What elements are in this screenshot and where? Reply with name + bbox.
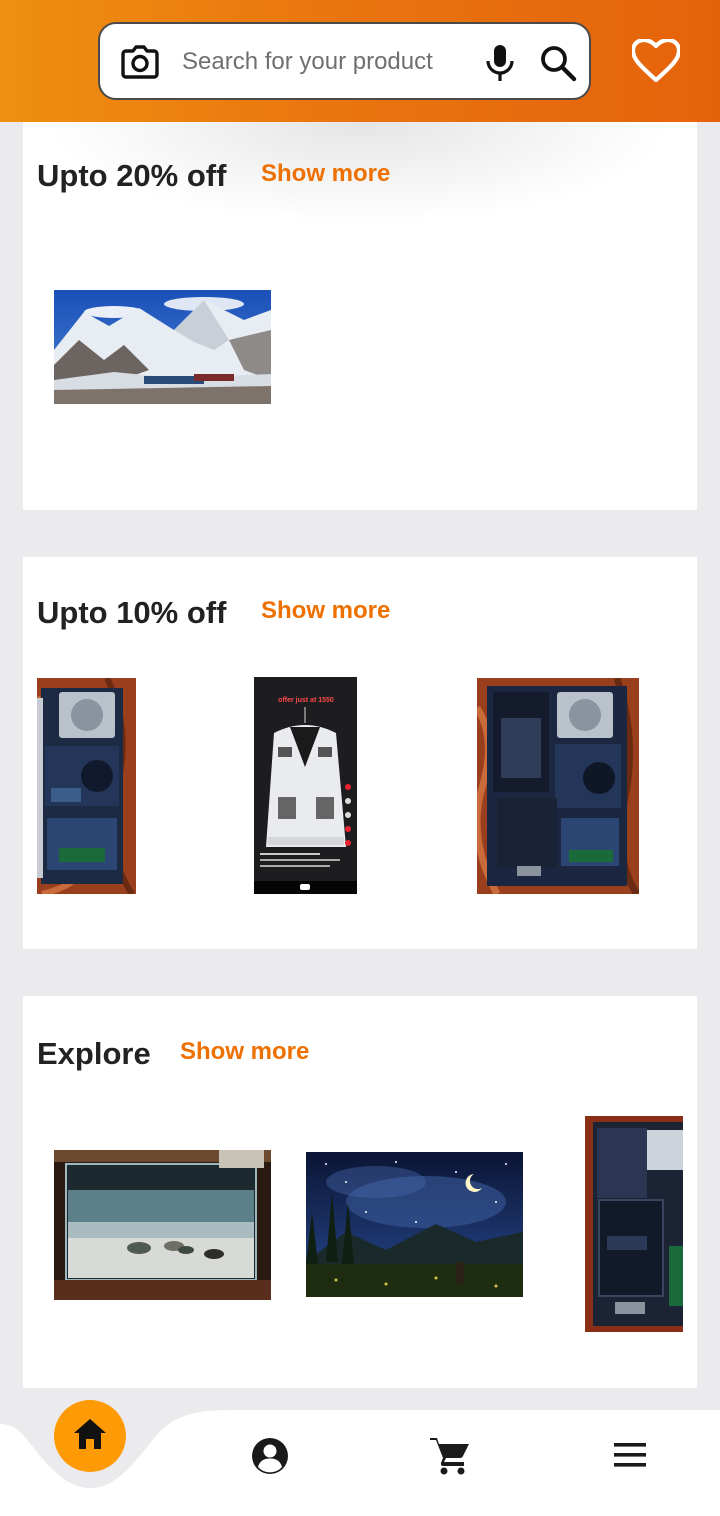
account-icon[interactable] bbox=[250, 1436, 290, 1476]
heart-icon[interactable] bbox=[632, 39, 680, 83]
cart-icon[interactable] bbox=[428, 1436, 470, 1476]
section-title: Upto 10% off bbox=[37, 595, 227, 630]
section-upto-10-off: Upto 10% off Show more offer just at 155… bbox=[23, 557, 697, 949]
menu-icon[interactable] bbox=[612, 1440, 648, 1470]
section-explore: Explore Show more bbox=[23, 996, 697, 1388]
image-overlay-text: offer just at 1550 bbox=[278, 697, 334, 704]
search-input[interactable] bbox=[182, 42, 462, 82]
product-image-aquarium[interactable] bbox=[54, 1150, 271, 1300]
search-icon[interactable] bbox=[538, 43, 578, 83]
section-title: Upto 20% off bbox=[37, 158, 227, 193]
top-app-bar bbox=[0, 0, 720, 122]
product-image-laptop-internals[interactable] bbox=[37, 678, 136, 894]
section-upto-20-off: Upto 20% off Show more bbox=[23, 122, 697, 510]
home-icon bbox=[74, 1419, 106, 1449]
section-title: Explore bbox=[37, 1036, 151, 1071]
product-image-laptop-battery[interactable] bbox=[585, 1116, 683, 1332]
show-more-link[interactable]: Show more bbox=[261, 597, 390, 625]
product-image-laptop-internals[interactable] bbox=[477, 678, 639, 894]
home-button[interactable] bbox=[54, 1400, 126, 1472]
search-bar[interactable] bbox=[98, 22, 591, 100]
microphone-icon[interactable] bbox=[482, 43, 518, 83]
product-image-mountain[interactable] bbox=[54, 290, 271, 404]
product-image-white-jacket[interactable]: offer just at 1550 bbox=[254, 677, 357, 894]
show-more-link[interactable]: Show more bbox=[180, 1038, 309, 1066]
show-more-link[interactable]: Show more bbox=[261, 160, 390, 188]
bottom-navigation bbox=[0, 1388, 720, 1516]
camera-icon[interactable] bbox=[120, 43, 160, 83]
product-image-night-sky[interactable] bbox=[306, 1152, 523, 1297]
